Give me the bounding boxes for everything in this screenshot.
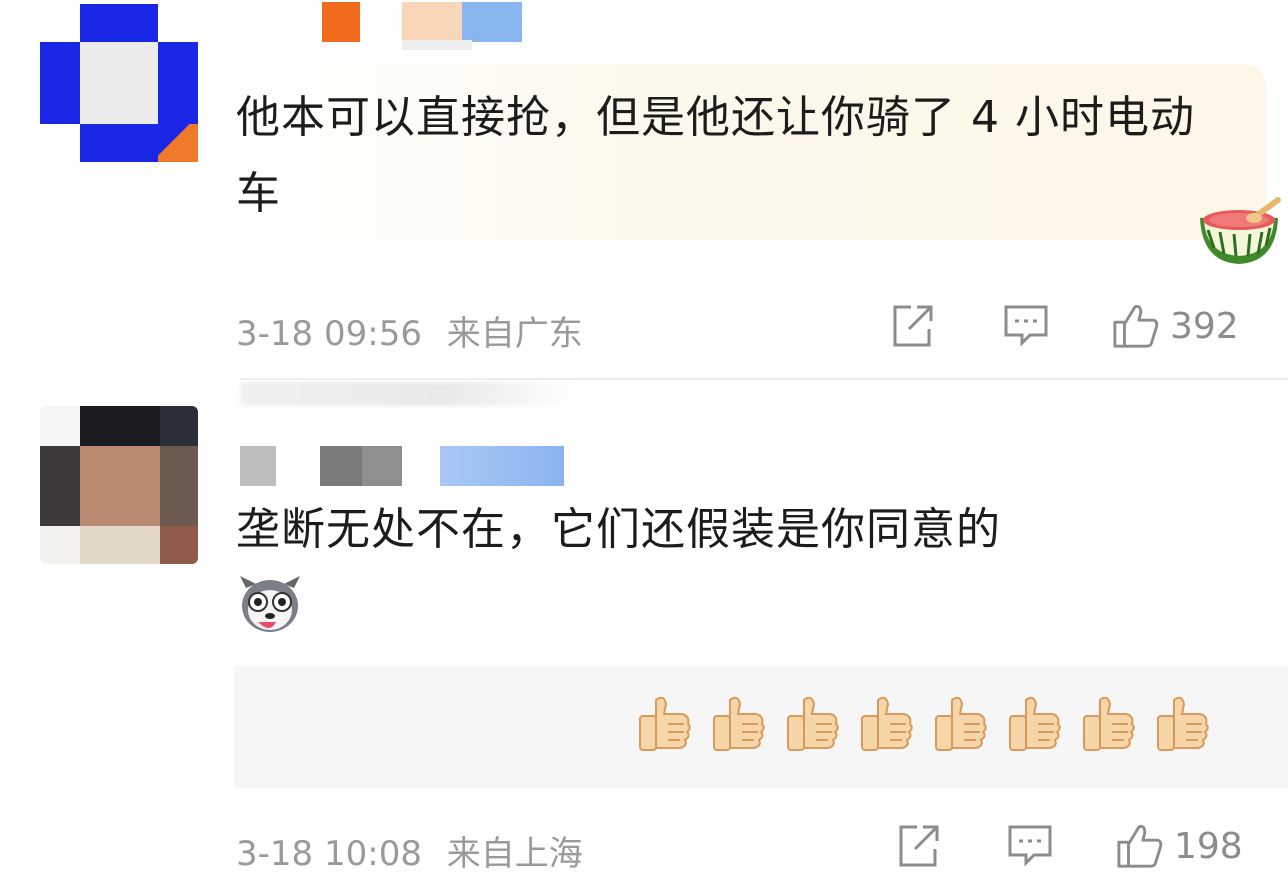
- comment-meta: 3-18 10:08 来自上海: [236, 826, 583, 875]
- thumbs-up-emoji: [856, 694, 914, 756]
- share-icon[interactable]: [894, 822, 942, 870]
- divider: [240, 378, 1288, 380]
- avatar[interactable]: [40, 4, 198, 162]
- thumbs-up-emoji: [1152, 694, 1210, 756]
- thumbs-up-emoji: [782, 694, 840, 756]
- comment-time: 3-18 09:56: [236, 314, 422, 354]
- sticker-reply: [234, 666, 1288, 788]
- avatar[interactable]: [40, 406, 198, 564]
- like-count: 392: [1170, 305, 1239, 347]
- like-count: 198: [1174, 825, 1243, 867]
- comment-text: 他本可以直接抢，但是他还让你骑了 4 小时电动车: [236, 92, 1195, 219]
- watermelon-emoji: [1196, 196, 1282, 268]
- username-redacted[interactable]: [236, 2, 536, 50]
- comment-meta: 3-18 09:56 来自广东: [236, 306, 583, 355]
- comment-location: 来自上海: [446, 834, 583, 874]
- comment-text: 垄断无处不在，它们还假装是你同意的: [236, 504, 1001, 555]
- thumbs-up-emoji: [708, 694, 766, 756]
- thumbs-up-emoji: [1004, 694, 1062, 756]
- comment-item: 他本可以直接抢，但是他还让你骑了 4 小时电动车 3-18 09:56 来自广东: [0, 0, 1288, 406]
- comment-actions: 392: [888, 302, 1239, 350]
- husky-emoji: [236, 574, 304, 636]
- thumbs-up-emoji: [634, 694, 692, 756]
- thumb-up-icon[interactable]: [1112, 302, 1160, 350]
- thumbs-up-sticker-row: [634, 694, 1210, 756]
- thumb-up-icon[interactable]: [1116, 822, 1164, 870]
- thumbs-up-emoji: [930, 694, 988, 756]
- share-icon[interactable]: [888, 302, 936, 350]
- comment-icon[interactable]: [1002, 302, 1050, 350]
- comment-time: 3-18 10:08: [236, 834, 422, 874]
- comment-icon[interactable]: [1006, 822, 1054, 870]
- comment-item: 垄断无处不在，它们还假装是你同意的 3-18 10:08 来自上海 198: [0, 388, 1288, 878]
- username-redacted[interactable]: [240, 446, 570, 486]
- comment-actions: 198: [894, 822, 1243, 870]
- comment-location: 来自广东: [446, 314, 583, 354]
- thumbs-up-emoji: [1078, 694, 1136, 756]
